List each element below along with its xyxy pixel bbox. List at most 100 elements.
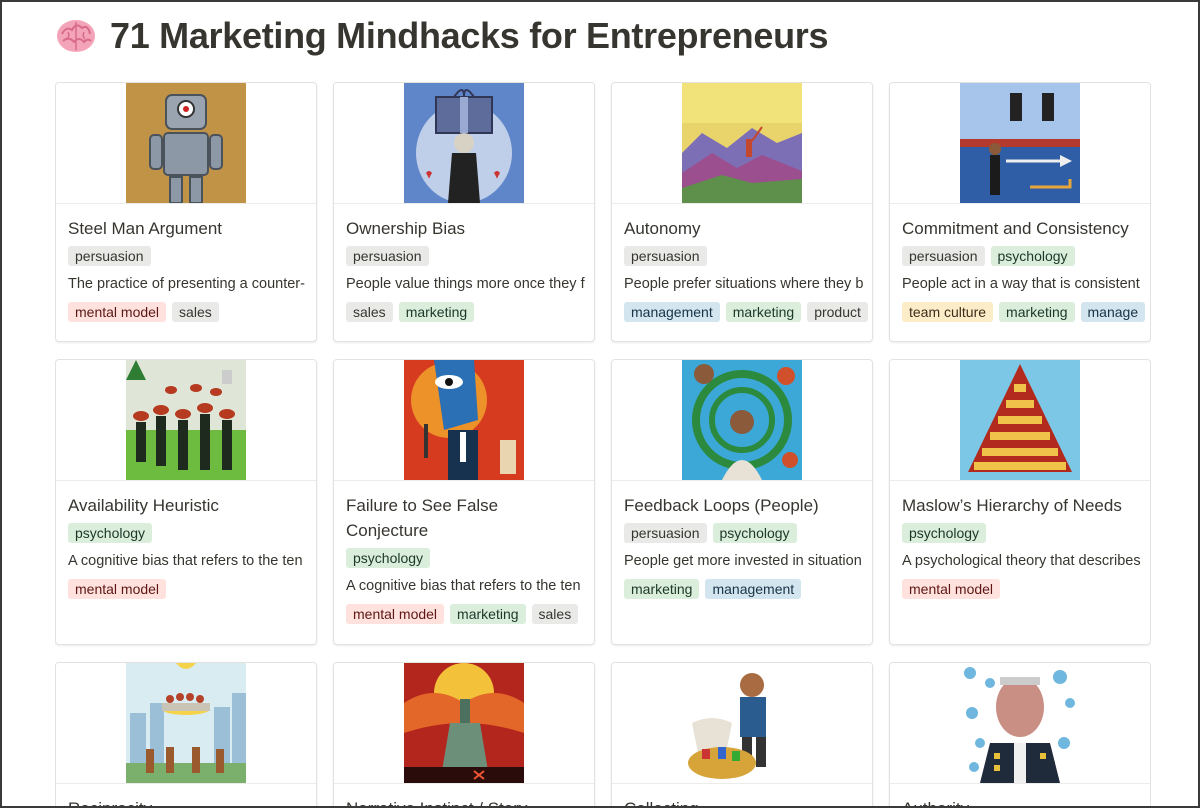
cover-image xyxy=(960,83,1080,203)
tag-persuasion: persuasion xyxy=(624,523,707,543)
card-cover xyxy=(890,83,1150,204)
gallery-card-maslow-s-hierarchy-of-needs[interactable]: Maslow’s Hierarchy of Needs psychology A p… xyxy=(889,359,1151,645)
card-title: Availability Heuristic xyxy=(68,496,219,515)
tag-product: product xyxy=(807,302,868,322)
card-title: Autonomy xyxy=(624,219,701,238)
tag-marketing: marketing xyxy=(398,302,475,322)
gallery-card-feedback-loops-people[interactable]: Feedback Loops (People) persuasion psychol… xyxy=(611,359,873,645)
tag-mental-model: mental model xyxy=(346,604,445,624)
category-tags: persuasion xyxy=(68,246,316,266)
category-tags: persuasion psychology xyxy=(624,523,872,543)
tag-persuasion: persuasion xyxy=(624,246,707,266)
category-tags: psychology xyxy=(68,523,316,543)
category-tags: persuasion psychology xyxy=(902,246,1150,266)
tag-sales: sales xyxy=(346,302,393,322)
brain-icon xyxy=(57,20,95,52)
category-tags: psychology xyxy=(902,523,1150,543)
card-title: Reciprocity xyxy=(68,796,316,808)
card-cover xyxy=(334,83,594,204)
card-title: Narrative Instinct / Story xyxy=(346,796,594,808)
tag-sales: sales xyxy=(172,302,219,322)
tag-mental-model: mental model xyxy=(68,579,167,599)
card-description: People prefer situations where they b xyxy=(624,276,864,292)
card-description: A cognitive bias that refers to the ten xyxy=(68,553,303,569)
topic-tags: management marketing product xyxy=(624,302,872,322)
tag-psychology: psychology xyxy=(346,548,431,568)
card-description: The practice of presenting a counter- xyxy=(68,276,305,292)
tag-mental-model: mental model xyxy=(902,579,1001,599)
tag-psychology: psychology xyxy=(68,523,153,543)
tag-psychology: psychology xyxy=(712,523,797,543)
cover-image xyxy=(126,360,246,480)
tag-sales: sales xyxy=(531,604,579,624)
gallery-card-failure-to-see-false-conjecture[interactable]: Failure to See False Conjecture psycholog… xyxy=(333,359,595,645)
topic-tags: sales marketing xyxy=(346,302,594,322)
tag-psychology: psychology xyxy=(990,246,1075,266)
card-cover xyxy=(890,663,1150,784)
card-cover xyxy=(334,663,594,784)
card-title: Steel Man Argument xyxy=(68,219,223,238)
card-cover xyxy=(612,663,872,784)
card-cover xyxy=(334,360,594,481)
tag-marketing: marketing xyxy=(999,302,1075,322)
topic-tags: mental model marketing sales xyxy=(346,604,594,624)
tag-mental-model: mental model xyxy=(68,302,167,322)
card-description: A cognitive bias that refers to the ten xyxy=(346,578,581,594)
gallery-card-collecting[interactable]: Collecting xyxy=(611,662,873,808)
topic-tags: team culture marketing manage xyxy=(902,302,1150,322)
card-title: Commitment and Consistency xyxy=(902,219,1129,238)
card-title: Authority xyxy=(902,796,1150,808)
category-tags: persuasion xyxy=(346,246,594,266)
gallery-card-reciprocity[interactable]: Reciprocity xyxy=(55,662,317,808)
card-cover xyxy=(612,360,872,481)
card-cover xyxy=(56,83,316,204)
gallery-card-ownership-bias[interactable]: Ownership Bias persuasion People value thi… xyxy=(333,82,595,342)
tag-marketing: marketing xyxy=(725,302,802,322)
topic-tags: mental model xyxy=(902,579,1150,599)
cover-image xyxy=(126,83,246,203)
page-title: 71 Marketing Mindhacks for Entrepreneurs xyxy=(54,14,829,58)
cover-image xyxy=(960,360,1080,480)
tag-team-culture: team culture xyxy=(902,302,994,322)
gallery-card-commitment-and-consistency[interactable]: Commitment and Consistency persuasion psyc… xyxy=(889,82,1151,342)
tag-manage: manage xyxy=(1080,302,1146,322)
gallery-card-narrative-instinct-story[interactable]: Narrative Instinct / Story xyxy=(333,662,595,808)
gallery-card-autonomy[interactable]: Autonomy persuasion People prefer situatio… xyxy=(611,82,873,342)
card-title: Collecting xyxy=(624,796,872,808)
card-title: Ownership Bias xyxy=(346,219,466,238)
tag-persuasion: persuasion xyxy=(346,246,429,266)
tag-marketing: marketing xyxy=(624,579,700,599)
category-tags: psychology xyxy=(346,548,594,568)
topic-tags: mental model xyxy=(68,579,316,599)
card-title: Maslow’s Hierarchy of Needs xyxy=(902,496,1122,515)
card-description: A psychological theory that describes xyxy=(902,553,1141,569)
card-title: Failure to See False Conjecture xyxy=(346,496,499,540)
cover-image xyxy=(404,360,524,480)
card-description: People get more invested in situation xyxy=(624,553,862,569)
card-cover xyxy=(56,663,316,784)
topic-tags: mental model sales xyxy=(68,302,316,322)
tag-management: management xyxy=(705,579,802,599)
category-tags: persuasion xyxy=(624,246,872,266)
tag-persuasion: persuasion xyxy=(902,246,985,266)
card-cover xyxy=(56,360,316,481)
cover-image xyxy=(682,663,802,783)
gallery-view: Steel Man Argument persuasion The practice… xyxy=(55,82,1151,808)
tag-persuasion: persuasion xyxy=(68,246,151,266)
gallery-card-authority[interactable]: Authority xyxy=(889,662,1151,808)
cover-image xyxy=(960,663,1080,783)
gallery-card-availability-heuristic[interactable]: Availability Heuristic psychology A cognit… xyxy=(55,359,317,645)
cover-image xyxy=(404,663,524,783)
topic-tags: marketing management xyxy=(624,579,872,599)
card-description: People value things more once they f xyxy=(346,276,585,292)
cover-image xyxy=(682,360,802,480)
card-description: People act in a way that is consistent xyxy=(902,276,1140,292)
cover-image xyxy=(404,83,524,203)
tag-management: management xyxy=(624,302,720,322)
cover-image xyxy=(126,663,246,783)
tag-psychology: psychology xyxy=(902,523,987,543)
cover-image xyxy=(682,83,802,203)
gallery-card-steel-man-argument[interactable]: Steel Man Argument persuasion The practice… xyxy=(55,82,317,342)
card-title: Feedback Loops (People) xyxy=(624,496,819,515)
card-cover xyxy=(612,83,872,204)
